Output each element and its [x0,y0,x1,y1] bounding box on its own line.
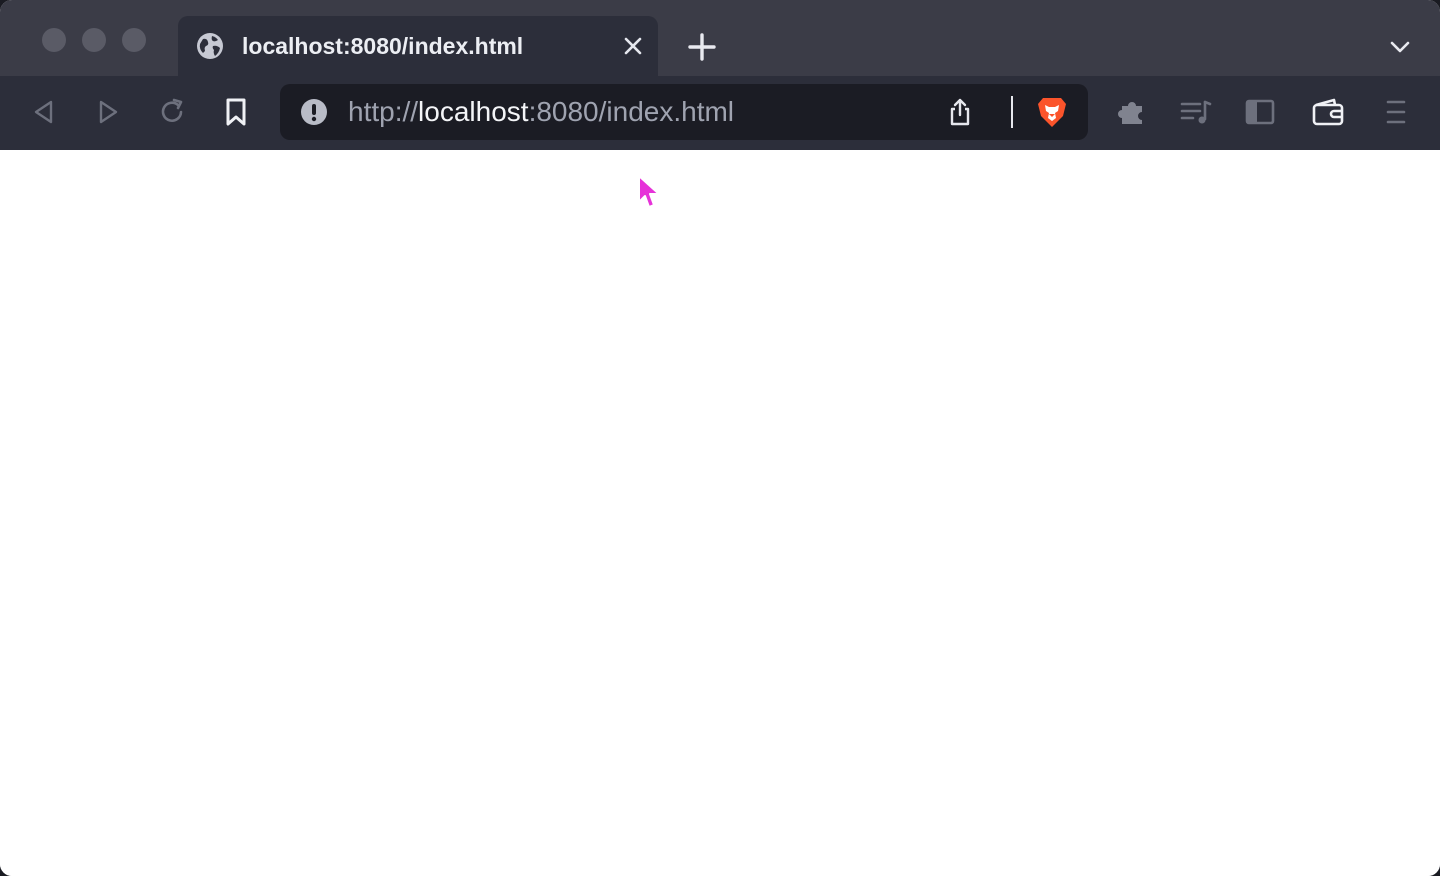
address-bar-divider [1011,96,1013,128]
url-scheme: http:// [348,96,419,127]
hamburger-menu-icon [1386,100,1406,124]
page-content[interactable] [0,150,1440,876]
sidebar-button[interactable] [1242,94,1278,130]
toolbar: http://localhost:8080/index.html [0,76,1440,150]
chevron-down-icon[interactable] [1384,31,1416,63]
forward-icon [99,100,118,124]
close-window-button[interactable] [42,28,66,52]
address-bar[interactable]: http://localhost:8080/index.html [280,84,1088,140]
puzzle-icon [1118,102,1142,124]
menu-button[interactable] [1378,94,1414,130]
active-tab[interactable]: localhost:8080/index.html [178,16,658,76]
bookmark-button[interactable] [218,94,254,130]
reload-icon [161,98,183,122]
playlist-button[interactable] [1178,94,1214,130]
wallet-button[interactable] [1310,94,1346,130]
url-path: :8080/index.html [528,96,735,127]
close-icon[interactable] [618,31,648,61]
playlist-icon [1180,100,1212,124]
tab-title: localhost:8080/index.html [242,33,524,59]
back-button[interactable] [26,94,62,130]
back-icon [34,100,53,124]
maximize-window-button[interactable] [122,28,146,52]
extensions-button[interactable] [1114,94,1150,130]
reload-button[interactable] [154,94,190,130]
sidebar-icon [1245,99,1275,125]
brave-lion-icon[interactable] [1034,94,1070,130]
mouse-cursor-icon [638,175,660,208]
globe-icon [197,33,223,59]
info-warning-icon[interactable] [300,98,328,126]
url-text[interactable]: http://localhost:8080/index.html [348,96,734,128]
browser-window: localhost:8080/index.html http://localho… [0,0,1440,876]
plus-icon[interactable] [684,29,720,65]
minimize-window-button[interactable] [82,28,106,52]
tab-strip: localhost:8080/index.html [0,0,1440,76]
share-icon[interactable] [944,96,976,128]
forward-button[interactable] [90,94,126,130]
url-host: localhost [418,96,529,127]
bookmark-icon [226,98,246,126]
wallet-icon [1312,98,1344,126]
